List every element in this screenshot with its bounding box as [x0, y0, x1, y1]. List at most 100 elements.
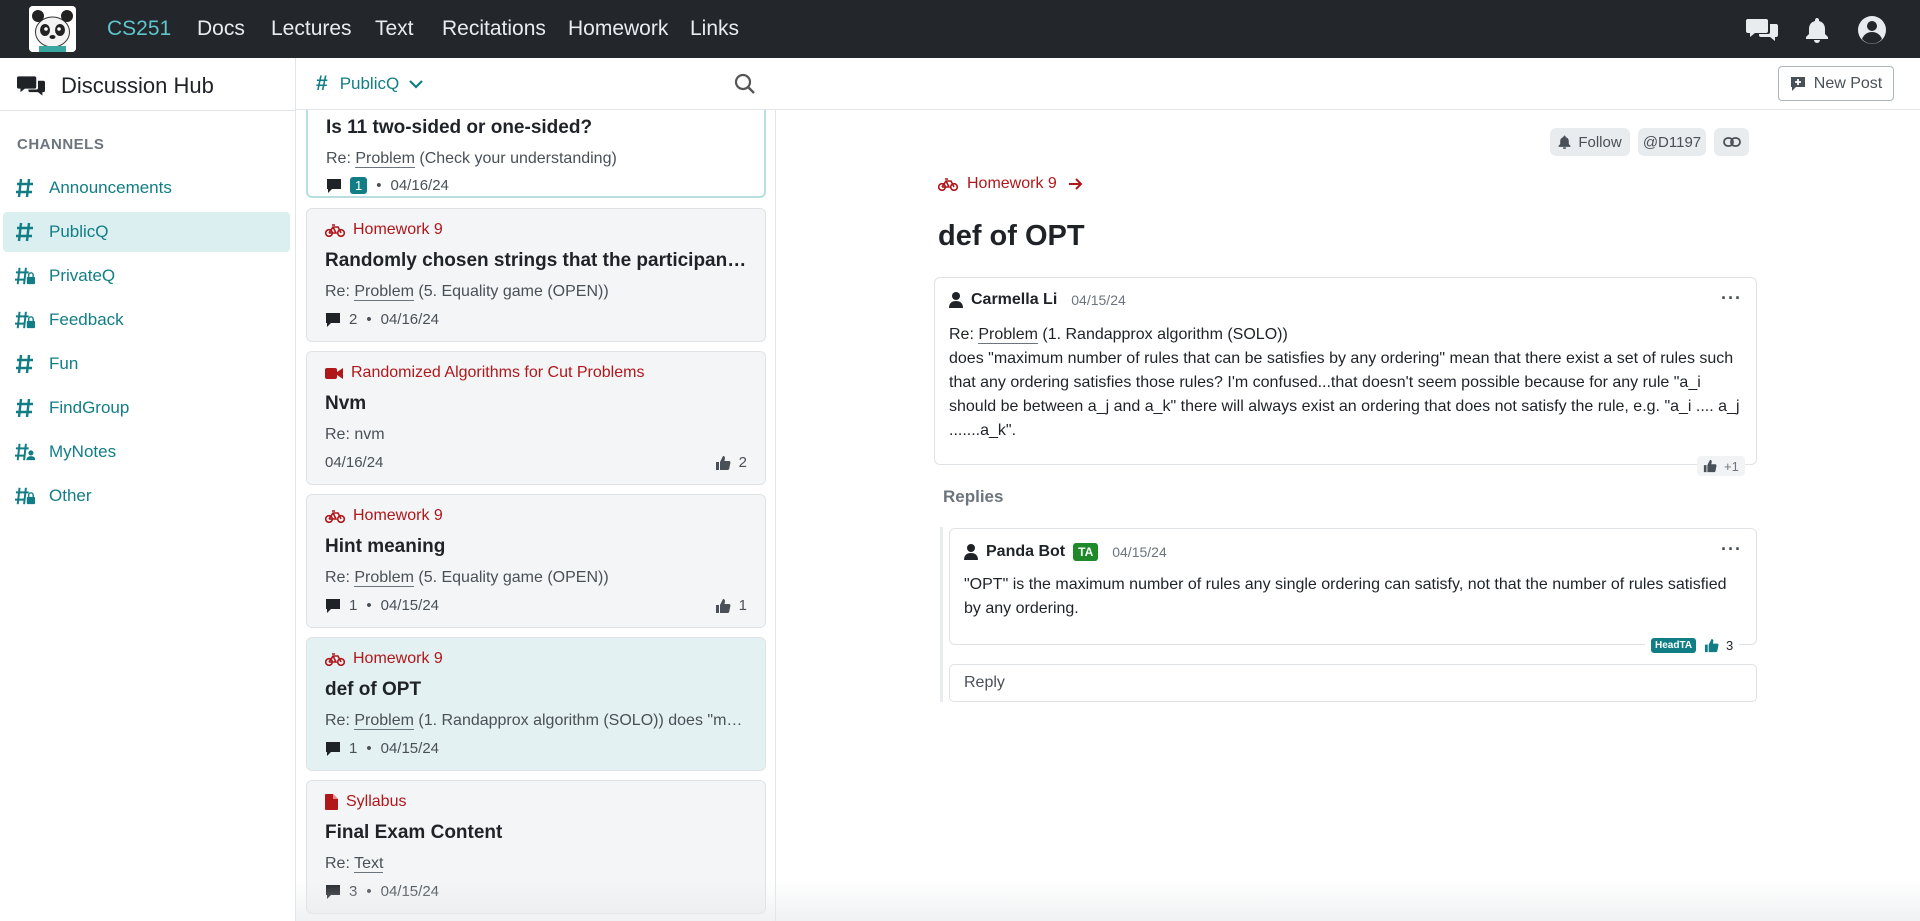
comment-icon: [326, 741, 340, 756]
problem-link[interactable]: Problem: [354, 569, 414, 587]
headta-endorse-badge: HeadTA: [1651, 637, 1697, 653]
like-count: 1: [715, 597, 747, 614]
problem-link[interactable]: Problem: [354, 712, 414, 730]
nav-docs[interactable]: Docs: [197, 17, 245, 41]
user-icon: [949, 292, 963, 308]
channel-announcements[interactable]: Announcements: [3, 168, 290, 208]
text-link[interactable]: Text: [354, 855, 384, 873]
more-options-icon[interactable]: ···: [1721, 288, 1742, 309]
thumbs-up-icon: [715, 598, 731, 613]
copy-link-icon[interactable]: [1714, 128, 1749, 156]
problem-link[interactable]: Problem: [978, 326, 1038, 344]
ta-badge: TA: [1073, 543, 1099, 561]
channel-dropdown-label: PublicQ: [339, 74, 400, 93]
post-meta: 1 • 04/15/24: [325, 597, 439, 614]
search-icon[interactable]: [734, 73, 756, 100]
problem-link[interactable]: Problem: [355, 150, 415, 168]
channel-mynotes[interactable]: MyNotes: [3, 432, 290, 472]
post-date: 04/15/24: [1071, 292, 1126, 308]
post-category: Homework 9: [325, 221, 443, 239]
thumbs-up-icon: [1703, 459, 1717, 473]
post-card[interactable]: Syllabus Final Exam Content Re: Text 3 •…: [306, 780, 766, 914]
comment-count: 1: [349, 597, 358, 614]
more-options-icon[interactable]: ···: [1721, 539, 1742, 560]
user-circle-icon[interactable]: [1856, 16, 1888, 44]
post-meta: 1 • 04/15/24: [325, 740, 439, 757]
bell-icon: [1558, 135, 1571, 149]
post-date: 04/15/24: [380, 740, 439, 757]
hash-icon: #: [316, 72, 328, 95]
post-card[interactable]: Randomized Algorithms for Cut Problems N…: [306, 351, 766, 485]
nav-recitations[interactable]: Recitations: [442, 17, 546, 41]
channel-label: Other: [49, 486, 92, 505]
post-card[interactable]: Is 11 two-sided or one-sided? Re: Proble…: [306, 110, 766, 198]
channel-privateq[interactable]: PrivateQ: [3, 256, 290, 296]
detail-header: [776, 58, 1920, 110]
post-card[interactable]: Homework 9 Hint meaning Re: Problem (5. …: [306, 494, 766, 628]
post-category: Syllabus: [325, 793, 406, 811]
author-row: Carmella Li 04/15/24: [949, 291, 1126, 309]
bell-icon[interactable]: [1801, 16, 1833, 44]
post-title: Randomly chosen strings that the partici…: [325, 250, 750, 271]
channel-other[interactable]: Other: [3, 476, 290, 516]
breadcrumb[interactable]: Homework 9: [938, 175, 1092, 193]
comment-count: 1: [349, 740, 358, 757]
breadcrumb-label: Homework 9: [967, 175, 1057, 192]
hash-lock-icon: [15, 309, 35, 331]
post-card-selected[interactable]: Homework 9 def of OPT Re: Problem (1. Ra…: [306, 637, 766, 771]
bicycle-icon: [325, 223, 345, 237]
author-name: Carmella Li: [971, 291, 1058, 308]
nav-text[interactable]: Text: [375, 17, 414, 41]
brand-link[interactable]: CS251: [107, 17, 171, 41]
channel-findgroup[interactable]: FindGroup: [3, 388, 290, 428]
nav-homework[interactable]: Homework: [568, 17, 668, 41]
hash-user-icon: [15, 441, 35, 463]
reply-text: "OPT" is the maximum number of rules any…: [964, 576, 1727, 617]
post-body-card: Carmella Li 04/15/24 ··· Re: Problem (1.…: [934, 277, 1757, 465]
hash-icon: [15, 353, 35, 375]
chat-icon[interactable]: [1746, 16, 1778, 44]
post-list: Is 11 two-sided or one-sided? Re: Proble…: [296, 110, 776, 921]
post-card[interactable]: Homework 9 Randomly chosen strings that …: [306, 208, 766, 342]
reply-reactions[interactable]: HeadTA 3: [1645, 635, 1740, 655]
top-navbar: CS251 Docs Lectures Text Recitations Hom…: [0, 0, 1920, 58]
divider: [0, 110, 296, 111]
panda-logo[interactable]: [29, 6, 76, 52]
channel-feedback[interactable]: Feedback: [3, 300, 290, 340]
arrow-right-icon: [1068, 178, 1083, 190]
post-title: Hint meaning: [325, 536, 446, 557]
follow-button[interactable]: Follow: [1550, 128, 1630, 156]
post-meta: 1 • 04/16/24: [326, 177, 449, 194]
channel-label: Feedback: [49, 310, 124, 329]
unread-count-badge: 1: [350, 177, 368, 194]
comment-icon: [326, 884, 340, 899]
post-subtitle: Re: Text: [325, 855, 384, 873]
channel-label: PrivateQ: [49, 266, 116, 285]
post-title: def of OPT: [325, 679, 422, 700]
post-content: Re: Problem (1. Randapprox algorithm (SO…: [949, 323, 1749, 443]
channel-publicq[interactable]: PublicQ: [3, 212, 290, 252]
post-id-badge[interactable]: @D1197: [1638, 128, 1706, 156]
problem-link[interactable]: Problem: [354, 283, 414, 301]
comment-icon: [327, 178, 341, 193]
thumbs-up-icon: [715, 455, 731, 470]
reply-like-count: 3: [1726, 637, 1734, 653]
reaction-button[interactable]: +1: [1697, 456, 1745, 476]
bicycle-icon: [325, 509, 345, 523]
channel-dropdown[interactable]: # PublicQ: [316, 72, 423, 96]
nav-lectures[interactable]: Lectures: [271, 17, 352, 41]
channel-fun[interactable]: Fun: [3, 344, 290, 384]
post-category: Homework 9: [325, 507, 443, 525]
post-date: 04/16/24: [380, 311, 439, 328]
chevron-down-icon: [409, 80, 423, 89]
comment-icon: [326, 312, 340, 327]
post-subtitle: Re: Problem (5. Equality game (OPEN)): [325, 283, 609, 301]
reply-input[interactable]: Reply: [949, 664, 1757, 702]
nav-links[interactable]: Links: [690, 17, 739, 41]
comment-icon: [326, 598, 340, 613]
post-category: Homework 9: [325, 650, 443, 668]
comment-count: 3: [349, 883, 358, 900]
channel-sidebar: Discussion Hub CHANNELS Announcements Pu…: [0, 58, 296, 921]
hash-icon: [15, 397, 35, 419]
new-post-button[interactable]: New Post: [1778, 66, 1894, 101]
